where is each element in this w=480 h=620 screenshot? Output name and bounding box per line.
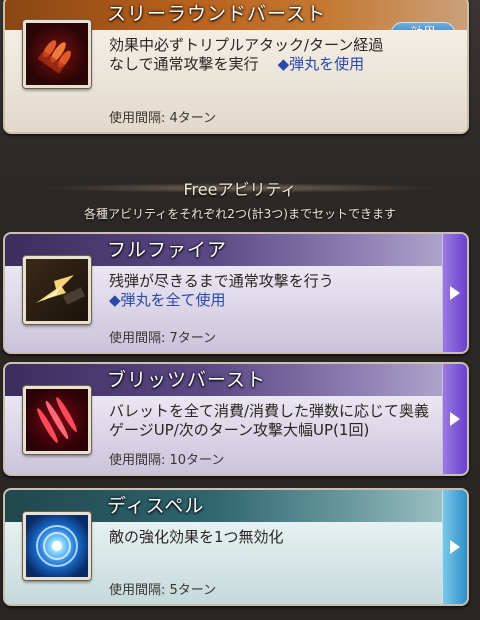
- expand-arrow-button[interactable]: [442, 234, 467, 352]
- desc-line: 残弾が尽きるまで通常攻撃を行う: [109, 272, 334, 290]
- ability-card-three-round-burst[interactable]: スリーラウンドバースト 効果 効果中必ずトリプルアタック/ターン経過 なしで通常…: [3, 0, 469, 134]
- ability-note: ◆弾丸を全て使用: [109, 291, 226, 309]
- blue-vortex-icon: [23, 512, 91, 580]
- ability-description: 敵の強化効果を1つ無効化: [109, 528, 437, 547]
- cooldown-text: 使用間隔: 10ターン: [109, 453, 225, 468]
- chevron-right-icon: [450, 286, 460, 300]
- cooldown-text: 使用間隔: 4ターン: [109, 111, 217, 126]
- cooldown-text: 使用間隔: 5ターン: [109, 583, 217, 598]
- desc-line: なしで通常攻撃を実行 ◆弾丸を使用: [109, 55, 437, 74]
- ability-description: バレットを全て消費/消費した弾数に応じて奥義 ゲージUP/次のターン攻撃大幅UP…: [109, 402, 437, 440]
- ability-note: ◆弾丸を使用: [277, 55, 365, 73]
- section-title: Freeアビリティ: [183, 180, 297, 199]
- chevron-right-icon: [450, 540, 460, 554]
- ability-card-blitz-burst[interactable]: ブリッツバースト バレットを全て消費/消費した弾数に応じて奥義 ゲージUP/次の…: [3, 362, 469, 476]
- ability-card-full-fire[interactable]: フルファイア 残弾が尽きるまで通常攻撃を行う ◆弾丸を全て使用 使用間隔: 7タ…: [3, 232, 469, 354]
- expand-arrow-button[interactable]: [442, 490, 467, 604]
- desc-line: バレットを全て消費/消費した弾数に応じて奥義: [109, 402, 430, 420]
- ability-description: 残弾が尽きるまで通常攻撃を行う ◆弾丸を全て使用: [109, 272, 437, 310]
- muzzle-flash-icon: [23, 256, 91, 324]
- desc-line: ゲージUP/次のターン攻撃大幅UP(1回): [109, 421, 370, 439]
- desc-line: 敵の強化効果を1つ無効化: [109, 528, 284, 546]
- chevron-right-icon: [450, 412, 460, 426]
- red-slash-icon: [23, 386, 91, 454]
- triple-bullet-icon: [23, 20, 91, 88]
- section-subtitle: 各種アビリティをそれぞれ2つ(計3つ)までセットできます: [84, 207, 396, 221]
- desc-line: 効果中必ずトリプルアタック/ターン経過: [109, 36, 384, 54]
- ability-description: 効果中必ずトリプルアタック/ターン経過 なしで通常攻撃を実行 ◆弾丸を使用: [109, 36, 437, 74]
- cooldown-text: 使用間隔: 7ターン: [109, 331, 217, 346]
- ability-card-dispel[interactable]: ディスペル 敵の強化効果を1つ無効化 使用間隔: 5ターン: [3, 488, 469, 606]
- desc-line-text: なしで通常攻撃を実行: [109, 55, 259, 73]
- expand-arrow-button[interactable]: [442, 364, 467, 474]
